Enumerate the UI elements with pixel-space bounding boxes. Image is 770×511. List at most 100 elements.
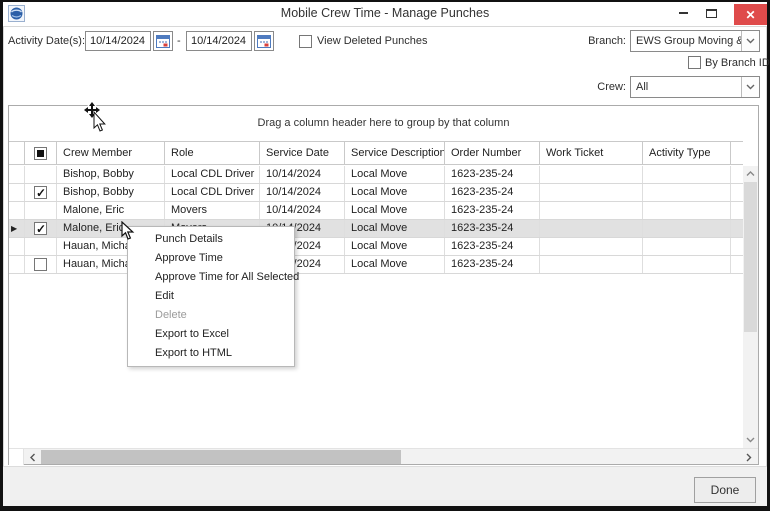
cell-filler [730, 256, 743, 273]
footer-bar: Done [3, 466, 767, 506]
cell-role: Movers [164, 202, 259, 219]
grid-row-2[interactable]: Bishop, BobbyLocal CDL Driver10/14/2024L… [9, 184, 743, 202]
crew-label: Crew: [597, 81, 626, 93]
menu-item-delete: Delete [155, 309, 187, 321]
close-icon: ✕ [745, 7, 756, 22]
cell-order-number: 1623-235-24 [444, 220, 539, 237]
window-border [0, 0, 3, 511]
cell-service-date: 10/14/2024 [259, 184, 344, 201]
cell-work-ticket [539, 238, 642, 255]
context-menu: Punch Details Approve Time Approve Time fo… [127, 226, 299, 367]
cell-work-ticket [539, 184, 642, 201]
column-header-crew-member[interactable]: Crew Member [56, 142, 164, 164]
maximize-button[interactable] [699, 4, 723, 22]
grid-row-3[interactable]: Malone, Eric Movers 10/14/2024 Local Move 16… [9, 202, 743, 220]
date-from-input[interactable] [85, 31, 151, 51]
grid-row-4[interactable]: ▶Malone, EricMovers10/14/2024Local Move1… [9, 220, 743, 238]
by-branch-id-label: By Branch ID [705, 57, 770, 69]
select-all-checkbox[interactable] [34, 146, 47, 160]
row-indicator [9, 202, 24, 219]
cell-role: Local CDL Driver [164, 166, 259, 183]
row-indicator [9, 166, 24, 183]
calendar-icon [156, 35, 170, 48]
cell-work-ticket [539, 220, 642, 237]
vertical-scroll-thumb[interactable] [744, 182, 757, 332]
date-to-calendar-button[interactable] [254, 31, 274, 51]
column-header-role[interactable]: Role [164, 142, 259, 164]
close-button[interactable]: ✕ [734, 4, 767, 25]
row-checkbox-cell[interactable] [24, 184, 56, 201]
row-checkbox-cell[interactable] [24, 238, 56, 255]
cell-activity-type [642, 256, 730, 273]
horizontal-scroll-thumb[interactable] [41, 450, 401, 464]
menu-item-approve-time-for-all-selected[interactable]: Approve Time for All Selected [128, 268, 299, 287]
dialog-window: Mobile Crew Time - Manage Punches ✕ Acti… [0, 0, 770, 511]
crew-dropdown[interactable]: All [630, 76, 760, 98]
row-checkbox-cell[interactable] [24, 256, 56, 273]
scroll-down-arrow-icon[interactable] [743, 434, 758, 446]
cell-activity-type [642, 202, 730, 219]
window-border [0, 506, 770, 511]
grid-header-row: Crew Member Role Service Date Service Descr… [9, 141, 743, 165]
chevron-down-icon[interactable] [741, 77, 759, 97]
scroll-right-arrow-icon[interactable] [742, 449, 756, 465]
view-deleted-label: View Deleted Punches [317, 35, 428, 47]
chevron-down-icon[interactable] [741, 31, 759, 51]
column-header-service-description[interactable]: Service Description [344, 142, 444, 164]
activity-date-label: Activity Date(s): [8, 35, 86, 47]
cell-activity-type [642, 220, 730, 237]
by-branch-id-checkbox[interactable] [688, 56, 701, 69]
column-header-order-number[interactable]: Order Number [444, 142, 539, 164]
branch-value: EWS Group Moving & Stor [636, 35, 741, 47]
branch-dropdown[interactable]: EWS Group Moving & Stor [630, 30, 760, 52]
cell-service-description: Local Move [344, 184, 444, 201]
row-checkbox[interactable] [34, 258, 47, 271]
cell-crew-member: Bishop, Bobby [56, 184, 164, 201]
cell-service-description: Local Move [344, 256, 444, 273]
row-checkbox[interactable] [34, 221, 47, 237]
group-by-hint: Drag a column header here to group by th… [257, 117, 510, 129]
menu-item-export-to-html[interactable]: Export to HTML [128, 344, 294, 363]
scroll-left-arrow-icon[interactable] [26, 449, 40, 465]
cell-service-description: Local Move [344, 220, 444, 237]
scroll-up-arrow-icon[interactable] [743, 168, 758, 180]
menu-item-punch-details[interactable]: Punch Details [128, 230, 294, 249]
cell-order-number: 1623-235-24 [444, 166, 539, 183]
cell-activity-type [642, 166, 730, 183]
date-from-calendar-button[interactable] [153, 31, 173, 51]
column-header-service-date[interactable]: Service Date [259, 142, 344, 164]
menu-item-export-to-excel[interactable]: Export to Excel [128, 325, 294, 344]
done-button[interactable]: Done [694, 477, 756, 503]
punch-grid: Drag a column header here to group by th… [8, 105, 759, 465]
group-by-drop-area[interactable]: Drag a column header here to group by th… [9, 106, 758, 141]
row-checkbox[interactable] [34, 185, 47, 201]
calendar-icon [257, 35, 271, 48]
cell-service-description: Local Move [344, 202, 444, 219]
cell-work-ticket [539, 202, 642, 219]
grid-row-6[interactable]: Hauan, Micha10/14/2024Local Move1623-235… [9, 256, 743, 274]
cell-role: Local CDL Driver [164, 184, 259, 201]
grid-row-5[interactable]: Hauan, Micha10/14/2024Local Move1623-235… [9, 238, 743, 256]
scrollbar-corner [9, 449, 24, 465]
row-checkbox-cell[interactable] [24, 202, 56, 219]
vertical-scrollbar[interactable] [743, 166, 758, 448]
select-all-header[interactable] [24, 142, 56, 164]
horizontal-scrollbar[interactable] [9, 448, 758, 465]
cell-crew-member: Malone, Eric [56, 202, 164, 219]
column-header-activity-type[interactable]: Activity Type [642, 142, 730, 164]
cell-order-number: 1623-235-24 [444, 202, 539, 219]
view-deleted-checkbox[interactable] [299, 35, 312, 48]
cell-service-date: 10/14/2024 [259, 202, 344, 219]
column-header-work-ticket[interactable]: Work Ticket [539, 142, 642, 164]
menu-item-edit[interactable]: Edit [128, 287, 294, 306]
cell-filler [730, 184, 743, 201]
minimize-icon [678, 12, 688, 14]
cell-filler [730, 220, 743, 237]
row-checkbox-cell[interactable] [24, 166, 56, 183]
grid-row-1[interactable]: Bishop, Bobby Local CDL Driver 10/14/2024 L… [9, 166, 743, 184]
title-bar[interactable]: Mobile Crew Time - Manage Punches ✕ [3, 2, 767, 26]
date-to-input[interactable] [186, 31, 252, 51]
row-checkbox-cell[interactable] [24, 220, 56, 237]
menu-item-approve-time[interactable]: Approve Time [128, 249, 294, 268]
minimize-button[interactable] [671, 4, 695, 22]
